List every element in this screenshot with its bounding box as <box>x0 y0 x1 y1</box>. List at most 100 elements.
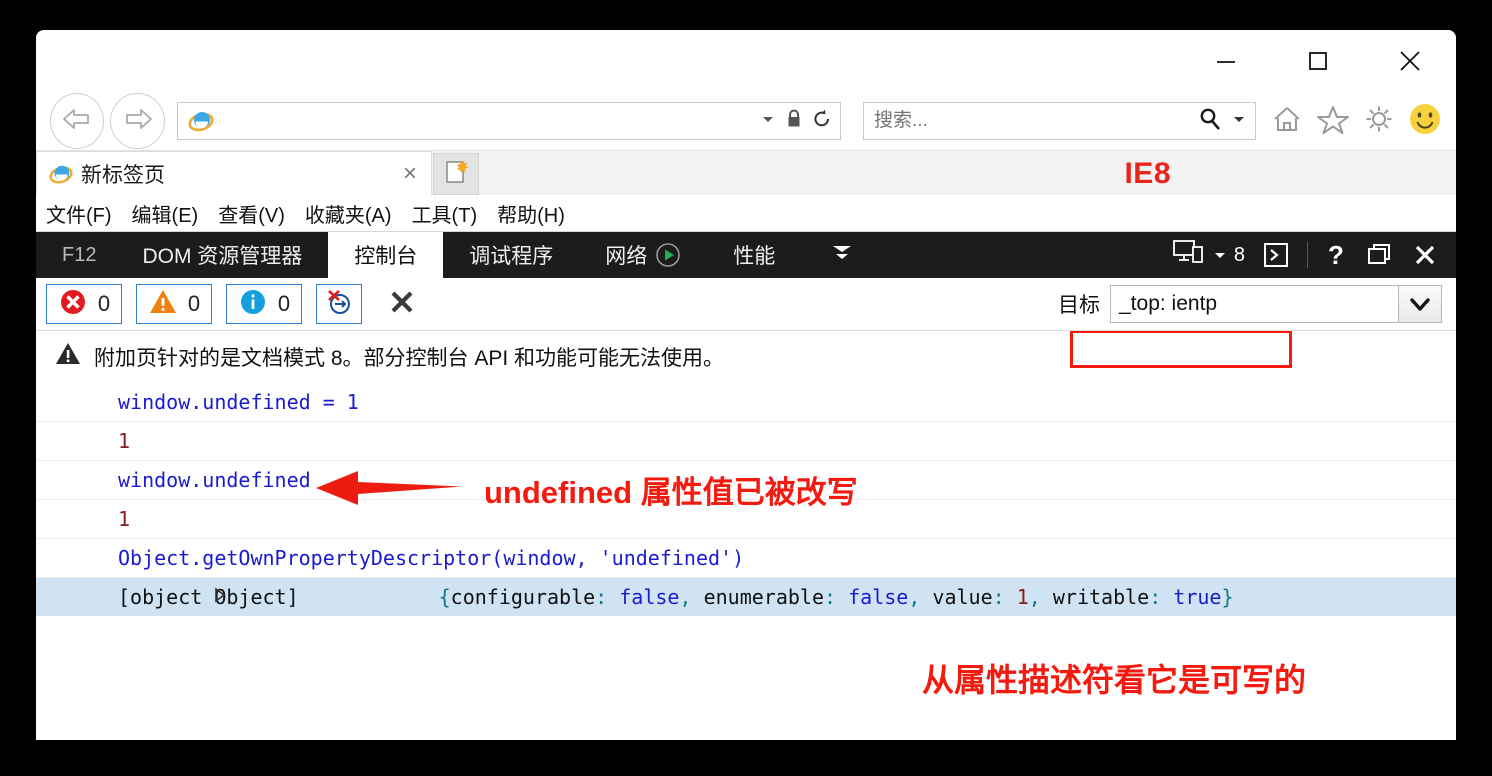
favorites-star-icon[interactable] <box>1316 103 1350 140</box>
prop-sep: : <box>1149 585 1174 609</box>
devtools-tab-label: 性能 <box>733 245 776 268</box>
console-input-text: window.undefined <box>118 468 311 492</box>
minimize-button[interactable] <box>1180 30 1272 92</box>
console-prompt-button[interactable] <box>1261 240 1291 270</box>
smiley-icon[interactable] <box>1408 102 1442 141</box>
target-value: _top: ientp <box>1119 292 1218 315</box>
home-icon[interactable] <box>1270 103 1304 140</box>
clear-on-navigate-button[interactable] <box>316 284 362 324</box>
list-sep: , <box>679 585 704 609</box>
console-row[interactable]: Object.getOwnPropertyDescriptor(window, … <box>36 538 1456 577</box>
settings-gear-icon[interactable] <box>1362 103 1396 140</box>
devtools-tab-more[interactable] <box>801 232 883 278</box>
info-filter-button[interactable]: 0 <box>226 284 302 324</box>
chevron-down-icon[interactable] <box>1398 286 1441 322</box>
address-bar[interactable] <box>176 102 841 140</box>
warning-count: 0 <box>187 291 201 316</box>
ie-logo-icon <box>49 162 73 186</box>
new-tab-icon <box>441 157 471 192</box>
play-record-icon[interactable] <box>655 242 681 268</box>
svg-text:?: ? <box>1328 240 1344 270</box>
menu-item-view[interactable]: 查看(V) <box>218 199 285 228</box>
devtools-tab-label: 网络 <box>605 245 648 268</box>
device-emulation-icon <box>1172 238 1206 272</box>
forward-arrow-icon <box>121 106 155 137</box>
prop-value: false <box>848 585 909 609</box>
maximize-button[interactable] <box>1272 30 1364 92</box>
prop-value: 1 <box>1016 585 1029 609</box>
double-chevron-down-icon[interactable] <box>827 239 857 271</box>
new-tab-button[interactable] <box>433 153 479 195</box>
menu-bar: 文件(F) 编辑(E) 查看(V) 收藏夹(A) 工具(T) 帮助(H) <box>36 195 1456 232</box>
back-arrow-icon <box>60 106 94 137</box>
address-bar-icons <box>760 108 834 135</box>
console-row-object-result[interactable]: [object Object] { configurable: false, e… <box>36 577 1456 616</box>
browser-tab[interactable]: 新标签页 × <box>36 151 432 195</box>
search-chevron-down-icon[interactable] <box>1231 112 1247 131</box>
console-toolbar: 0 0 0 目标 _top: ientp <box>36 278 1456 331</box>
close-devtools-button[interactable] <box>1410 240 1440 270</box>
undock-window-button[interactable] <box>1364 240 1394 270</box>
prop-value: false <box>619 585 680 609</box>
prop-value-writable: true <box>1173 585 1222 609</box>
console-row[interactable]: 1 <box>36 421 1456 460</box>
clear-on-navigate-icon <box>324 287 354 322</box>
prop-key: value <box>932 585 993 609</box>
back-button[interactable] <box>50 93 105 149</box>
window-controls <box>1180 30 1456 92</box>
help-button[interactable]: ? <box>1324 240 1348 270</box>
devtools-tab-dom-explorer[interactable]: DOM 资源管理器 <box>116 232 328 278</box>
prop-key: configurable <box>450 585 596 609</box>
devtools-tab-console[interactable]: 控制台 <box>328 232 444 278</box>
menu-item-help[interactable]: 帮助(H) <box>497 199 565 228</box>
screenshot-root: 新标签页 × IE8 文件(F) 编辑(E) 查看(V) 收藏夹(A) 工具(T… <box>0 0 1492 776</box>
console-row[interactable]: window.undefined = 1 <box>36 383 1456 421</box>
error-filter-button[interactable]: 0 <box>46 284 122 324</box>
document-mode-selector[interactable]: 8 <box>1172 238 1245 272</box>
expand-triangle-icon[interactable] <box>92 561 228 633</box>
divider <box>1307 242 1308 268</box>
tab-strip: 新标签页 × IE8 <box>36 150 1456 195</box>
warning-filter-button[interactable]: 0 <box>136 284 212 324</box>
menu-item-favorites[interactable]: 收藏夹(A) <box>305 199 392 228</box>
window-titlebar <box>36 30 1456 92</box>
devtools-tab-debugger[interactable]: 调试程序 <box>443 232 579 278</box>
search-bar[interactable] <box>862 102 1256 140</box>
browser-tool-icons <box>1270 102 1442 141</box>
info-icon <box>238 287 268 322</box>
menu-item-tools[interactable]: 工具(T) <box>412 199 478 228</box>
chevron-down-icon[interactable] <box>760 112 776 131</box>
menu-item-edit[interactable]: 编辑(E) <box>132 199 199 228</box>
search-icon[interactable] <box>1197 106 1223 137</box>
devtools-tab-performance[interactable]: 性能 <box>707 232 801 278</box>
tab-close-icon[interactable]: × <box>397 161 423 187</box>
devtools-right-controls: 8 ? <box>1172 232 1456 278</box>
menu-item-file[interactable]: 文件(F) <box>46 199 112 228</box>
target-label: 目标 <box>1058 294 1100 317</box>
writable-highlight-box <box>1070 331 1292 368</box>
browser-window: 新标签页 × IE8 文件(F) 编辑(E) 查看(V) 收藏夹(A) 工具(T… <box>36 30 1456 740</box>
address-input[interactable] <box>213 110 760 132</box>
refresh-icon[interactable] <box>812 108 832 135</box>
close-button[interactable] <box>1364 30 1456 92</box>
target-frame-selector: 目标 _top: ientp <box>1058 285 1446 323</box>
search-input[interactable] <box>871 109 1197 133</box>
chevron-down-icon[interactable] <box>1213 244 1227 267</box>
devtools-tab-label: DOM 资源管理器 <box>142 245 303 268</box>
lock-icon[interactable] <box>785 108 803 135</box>
ie-logo-icon <box>188 108 214 134</box>
devtools-tab-label: 调试程序 <box>469 245 554 268</box>
warning-icon <box>148 287 178 322</box>
target-select[interactable]: _top: ientp <box>1110 285 1442 323</box>
brace-close: } <box>1221 585 1234 609</box>
forward-button[interactable] <box>110 93 165 149</box>
devtools-tabbar: F12 DOM 资源管理器 控制台 调试程序 网络 性能 8 ? <box>36 232 1456 278</box>
clear-console-icon <box>385 285 419 324</box>
console-output-text: 1 <box>118 429 131 453</box>
list-sep: , <box>1028 585 1053 609</box>
list-sep: , <box>908 585 933 609</box>
prop-key: enumerable <box>703 585 824 609</box>
devtools-tab-network[interactable]: 网络 <box>579 232 707 278</box>
clear-console-button[interactable] <box>380 284 424 324</box>
console-output-text: 1 <box>118 507 131 531</box>
